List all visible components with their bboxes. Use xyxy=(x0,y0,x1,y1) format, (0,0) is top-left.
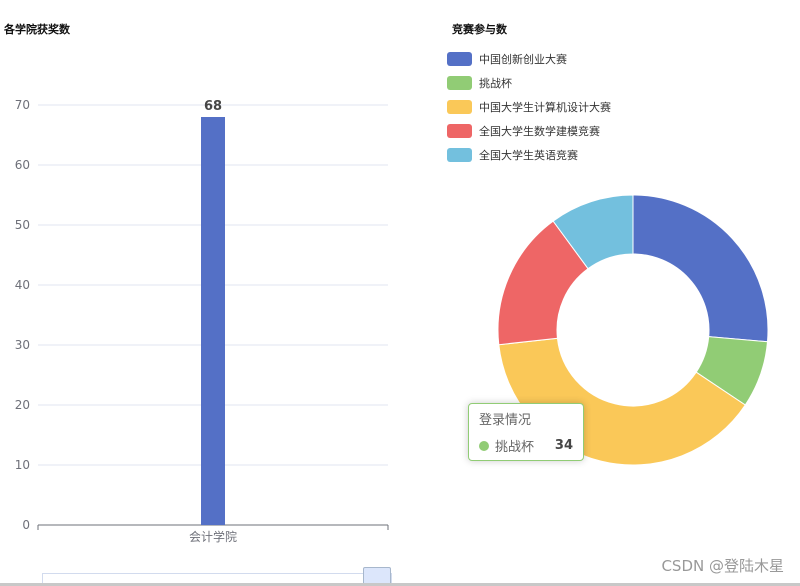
tooltip-marker-icon xyxy=(479,440,489,451)
legend-swatch-icon xyxy=(447,76,472,90)
legend-swatch-icon xyxy=(447,124,472,138)
legend-label: 挑战杯 xyxy=(479,77,512,90)
pie-tooltip: 登录情况 挑战杯 34 xyxy=(468,403,584,461)
y-tick-label: 30 xyxy=(15,338,30,352)
legend-item[interactable]: 中国大学生计算机设计大赛 xyxy=(447,95,611,119)
legend-swatch-icon xyxy=(447,100,472,114)
bar xyxy=(201,117,225,525)
pie-slice xyxy=(632,194,769,343)
legend-swatch-icon xyxy=(447,52,472,66)
tooltip-row: 挑战杯 34 xyxy=(479,436,573,455)
legend-label: 全国大学生英语竞赛 xyxy=(479,149,578,162)
legend-item[interactable]: 挑战杯 xyxy=(447,71,611,95)
y-tick-label: 70 xyxy=(15,98,30,112)
y-tick-label: 0 xyxy=(22,518,30,532)
tooltip-series-name: 挑战杯 xyxy=(495,440,535,455)
legend-item[interactable]: 全国大学生英语竞赛 xyxy=(447,143,611,167)
bar-data-label: 68 xyxy=(204,99,222,114)
legend-item[interactable]: 中国创新创业大赛 xyxy=(447,47,611,71)
y-tick-label: 10 xyxy=(15,458,30,472)
pie-legend: 中国创新创业大赛 挑战杯中国大学生计算机设计大赛 全国大学生数学建模竞赛 全国大学生英… xyxy=(447,47,611,167)
tooltip-title: 登录情况 xyxy=(479,413,532,428)
y-tick-label: 20 xyxy=(15,398,30,412)
legend-label: 中国创新创业大赛 xyxy=(479,53,567,66)
y-tick-label: 50 xyxy=(15,218,30,232)
chart-canvas: 0 10 20 30 40 50 60 70 68 会计学院 xyxy=(15,98,769,544)
legend-swatch-icon xyxy=(447,148,472,162)
legend-item[interactable]: 全国大学生数学建模竞赛 xyxy=(447,119,611,143)
legend-label: 中国大学生计算机设计大赛 xyxy=(479,101,611,114)
legend-label: 全国大学生数学建模竞赛 xyxy=(479,125,600,138)
y-tick-label: 60 xyxy=(15,158,30,172)
y-tick-label: 40 xyxy=(15,278,30,292)
x-tick-label: 会计学院 xyxy=(189,529,237,544)
tooltip-value: 34 xyxy=(554,438,573,453)
watermark: CSDN @登陆木星 xyxy=(661,557,784,575)
